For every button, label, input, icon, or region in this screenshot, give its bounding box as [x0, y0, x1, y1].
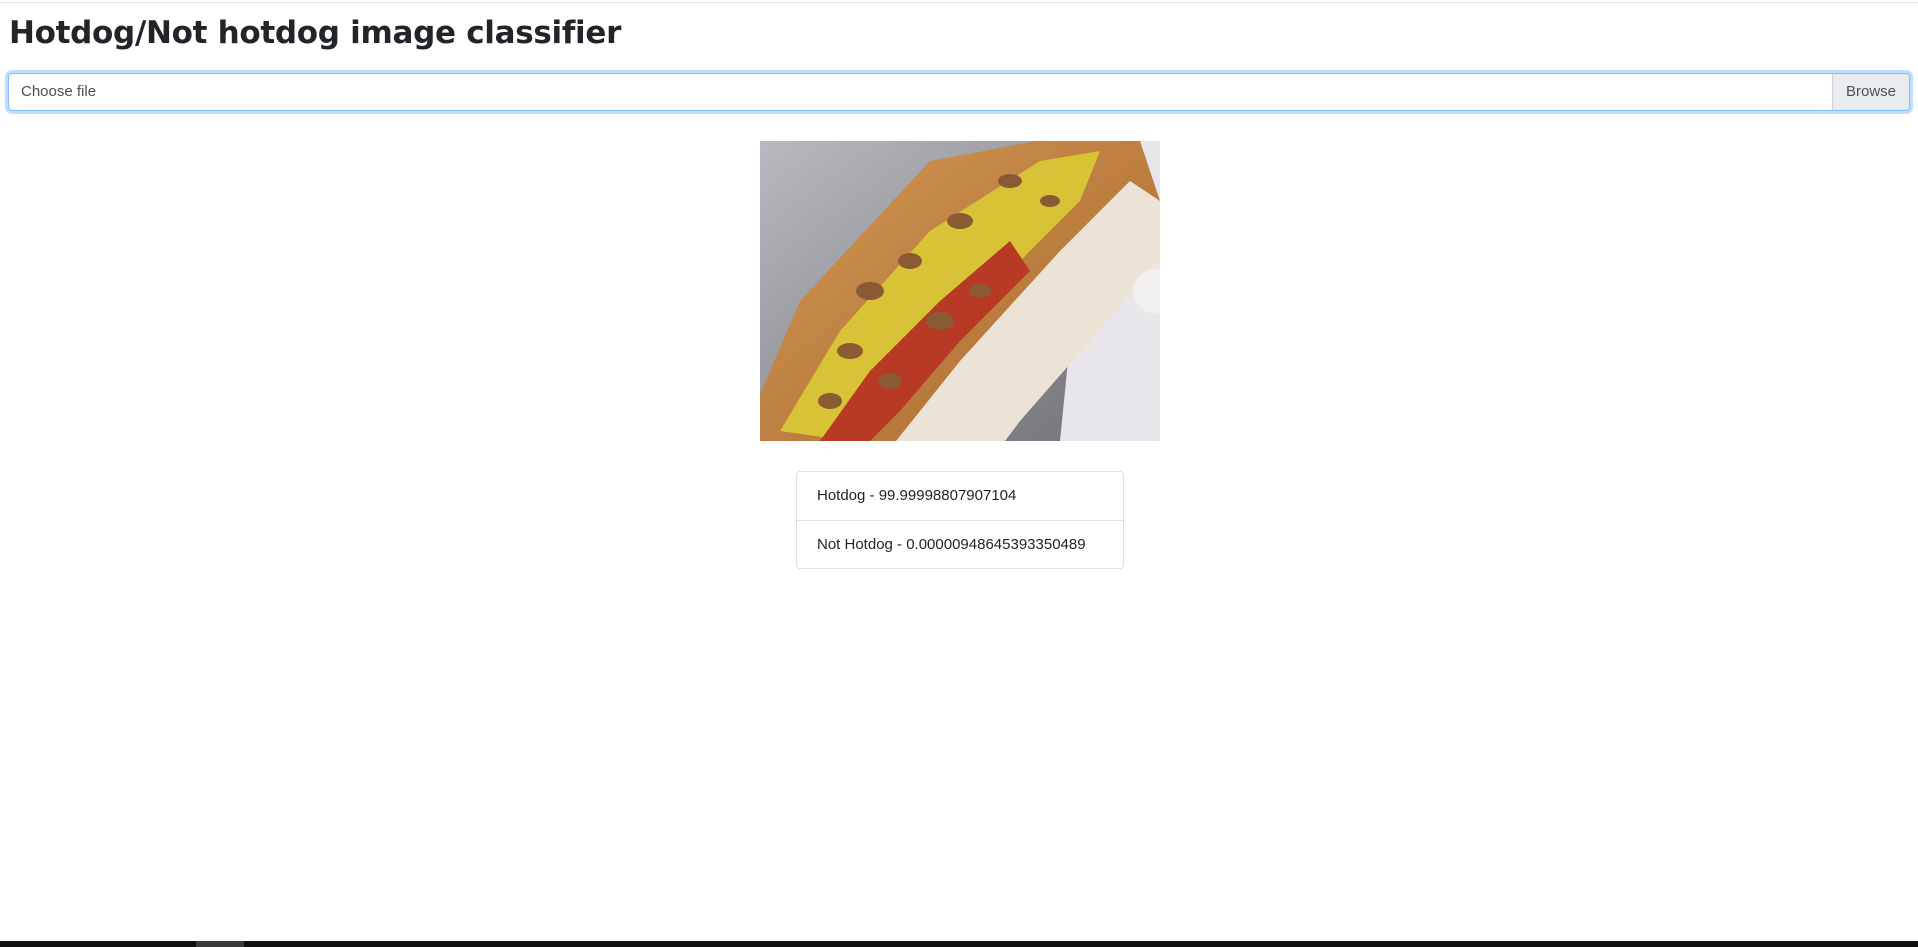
browse-button[interactable]: Browse: [1832, 74, 1909, 110]
taskbar: [0, 941, 1918, 947]
uploaded-image-preview: [760, 141, 1160, 441]
page-title: Hotdog/Not hotdog image classifier: [9, 15, 622, 51]
prediction-not-hotdog: Not Hotdog - 0.00000948645393350489: [797, 520, 1123, 568]
prediction-list: Hotdog - 99.99998807907104 Not Hotdog - …: [796, 471, 1124, 569]
taskbar-active-tab[interactable]: [196, 941, 244, 947]
prediction-hotdog: Hotdog - 99.99998807907104: [817, 487, 1017, 504]
file-upload-input[interactable]: Choose file Browse: [8, 73, 1910, 111]
top-divider: [0, 0, 1918, 3]
file-input-placeholder: Choose file: [21, 83, 97, 100]
hotdog-photo: [760, 141, 1160, 441]
